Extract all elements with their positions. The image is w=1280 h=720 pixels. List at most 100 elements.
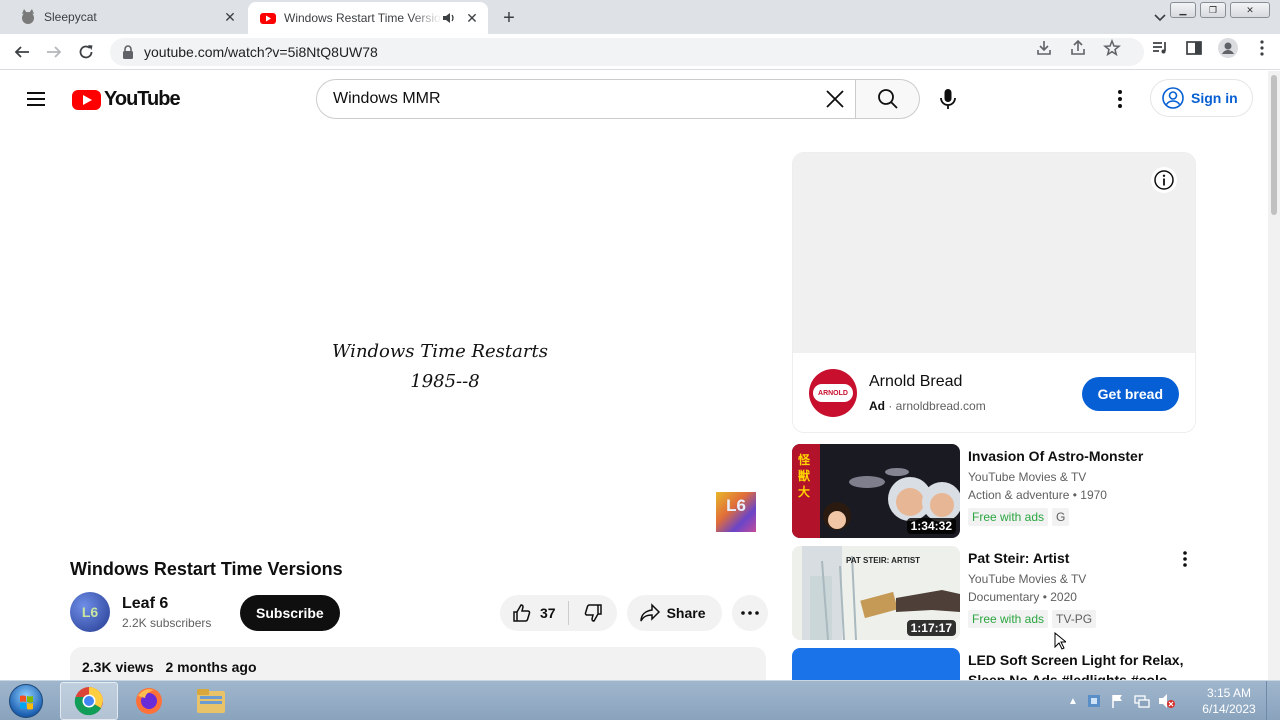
advertiser-logo[interactable]: ARNOLD <box>809 369 857 417</box>
address-bar[interactable]: youtube.com/watch?v=5i8NtQ8UW78 <box>110 38 1144 66</box>
side-panel-icon[interactable] <box>1184 38 1204 58</box>
windows-taskbar: ▲ 3:15 AM 6/14/2023 <box>0 680 1280 720</box>
recommended-video[interactable]: PAT STEIR: ARTIST 1:17:17 Pat Steir: Art… <box>792 546 1196 650</box>
get-bread-button[interactable]: Get bread <box>1081 377 1179 411</box>
taskbar-firefox[interactable] <box>120 682 178 720</box>
video-duration: 1:34:32 <box>906 518 956 534</box>
restore-icon[interactable]: ❐ <box>1200 2 1226 18</box>
sidebar-ad[interactable]: ARNOLD Arnold Bread Ad · arnoldbread.com… <box>792 152 1196 433</box>
channel-name[interactable]: YouTube Movies & TV <box>968 572 1086 586</box>
network-icon[interactable] <box>1134 693 1150 709</box>
sign-in-label[interactable]: Sign in <box>1191 90 1238 106</box>
tab-youtube[interactable]: Windows Restart Time Versions ✕ <box>248 2 488 34</box>
action-center-flag-icon[interactable] <box>1110 693 1126 709</box>
system-tray: ▲ <box>1068 681 1176 720</box>
channel-name[interactable]: YouTube Movies & TV <box>968 470 1086 484</box>
video-player[interactable]: Windows Time Restarts 1985--8 L6 <box>70 151 766 542</box>
subscribe-button[interactable]: Subscribe <box>240 595 340 631</box>
video-title: Windows Restart Time Versions <box>70 559 343 579</box>
video-thumbnail[interactable]: 怪 獣 大 1:34:32 <box>792 444 960 538</box>
like-count[interactable]: 37 <box>540 605 556 621</box>
advertiser-name[interactable]: Arnold Bread <box>869 373 962 391</box>
voice-search-button[interactable] <box>928 79 968 119</box>
clock-time: 3:15 AM <box>1206 686 1252 700</box>
sign-in-button[interactable]: Sign in <box>1150 79 1253 117</box>
channel-watermark[interactable]: L6 <box>716 492 756 532</box>
video-thumbnail[interactable] <box>792 648 960 680</box>
back-arrow-icon[interactable] <box>10 40 34 64</box>
reload-icon[interactable] <box>74 40 98 64</box>
tab-title: Windows Restart Time Versions <box>284 11 442 25</box>
volume-muted-icon[interactable] <box>1158 693 1176 709</box>
video-title[interactable]: Pat Steir: Artist <box>968 548 1178 568</box>
clear-search-icon[interactable] <box>815 79 855 119</box>
forward-arrow-icon[interactable] <box>42 40 66 64</box>
share-arrow-icon <box>639 603 660 622</box>
window-controls: ▁ ❐ ✕ <box>1170 2 1270 18</box>
show-desktop-button[interactable] <box>1266 681 1280 720</box>
video-menu-icon[interactable] <box>1182 550 1188 573</box>
toolbar-right-icons <box>1034 38 1272 58</box>
rating-badge: TV-PG <box>1052 610 1097 628</box>
taskbar-chrome[interactable] <box>60 682 118 720</box>
settings-more-icon[interactable] <box>1108 87 1132 111</box>
svg-text:怪: 怪 <box>797 452 811 467</box>
taskbar-file-explorer[interactable] <box>182 682 240 720</box>
new-tab-button[interactable]: + <box>498 7 520 29</box>
thumbnail-text: PAT STEIR: ARTIST <box>846 556 921 565</box>
tab-search-chevron-icon[interactable] <box>1153 10 1167 24</box>
ad-domain: arnoldbread.com <box>895 399 986 413</box>
lock-icon[interactable] <box>122 45 134 59</box>
channel-avatar[interactable]: L6 <box>70 592 110 632</box>
share-button[interactable]: Share <box>626 595 722 631</box>
audio-playing-icon[interactable] <box>442 11 456 25</box>
video-badges: Free with ads TV-PG <box>968 610 1097 628</box>
microphone-icon <box>940 89 956 109</box>
horizontal-dots-icon <box>740 611 759 615</box>
video-title[interactable]: LED Soft Screen Light for Relax, Sleep N… <box>968 650 1188 680</box>
caption-line-2: 1985--8 <box>410 371 480 392</box>
search-query-text[interactable]: Windows MMR <box>333 90 815 108</box>
cat-favicon-icon <box>22 9 34 24</box>
tab-sleepycat[interactable]: Sleepycat ✕ <box>8 0 246 34</box>
recommended-video[interactable]: LED Soft Screen Light for Relax, Sleep N… <box>792 648 1196 680</box>
ad-media[interactable] <box>793 153 1195 353</box>
bookmark-star-icon[interactable] <box>1102 38 1122 58</box>
video-actions: 37 Share <box>500 595 768 631</box>
tray-app-icon[interactable] <box>1086 693 1102 709</box>
youtube-logo[interactable]: YouTube <box>72 88 181 111</box>
video-thumbnail[interactable]: PAT STEIR: ARTIST 1:17:17 <box>792 546 960 640</box>
video-category: Action & adventure • 1970 <box>968 488 1107 502</box>
browser-menu-icon[interactable] <box>1252 38 1272 58</box>
video-title[interactable]: Invasion Of Astro-Monster <box>968 446 1178 466</box>
search-input[interactable]: Windows MMR <box>316 79 856 119</box>
page-scrollbar[interactable] <box>1268 71 1280 680</box>
recommended-video[interactable]: 怪 獣 大 1:34:32 Invasion Of Astro-Monster … <box>792 444 1196 538</box>
channel-name[interactable]: Leaf 6 <box>122 595 211 613</box>
start-button[interactable] <box>4 681 48 720</box>
info-icon[interactable] <box>1151 167 1177 193</box>
thumbs-up-icon[interactable] <box>512 603 532 623</box>
scrollbar-thumb[interactable] <box>1271 75 1277 215</box>
dislike-button[interactable] <box>569 603 617 623</box>
description-box[interactable]: 2.3K views 2 months ago <box>70 647 766 680</box>
tab-close-icon[interactable]: ✕ <box>220 7 240 27</box>
taskbar-clock[interactable]: 3:15 AM 6/14/2023 <box>1196 685 1262 717</box>
window-close-icon[interactable]: ✕ <box>1230 2 1270 18</box>
install-app-icon[interactable] <box>1034 38 1054 58</box>
share-page-icon[interactable] <box>1068 38 1088 58</box>
upload-age: 2 months ago <box>165 659 257 675</box>
search-button[interactable] <box>856 79 920 119</box>
more-actions-button[interactable] <box>731 595 768 631</box>
youtube-watch-page: YouTube Windows MMR Sign in Windows Time… <box>0 71 1268 680</box>
ad-meta: Ad · arnoldbread.com <box>869 399 986 413</box>
share-label: Share <box>666 605 706 621</box>
windows-orb-icon <box>9 684 43 718</box>
show-hidden-icons-icon[interactable]: ▲ <box>1068 696 1078 707</box>
hamburger-menu-icon[interactable] <box>24 87 48 111</box>
profile-icon[interactable] <box>1218 38 1238 58</box>
minimize-icon[interactable]: ▁ <box>1170 2 1196 18</box>
media-control-icon[interactable] <box>1150 38 1170 58</box>
tab-close-icon[interactable]: ✕ <box>462 8 482 28</box>
url-text[interactable]: youtube.com/watch?v=5i8NtQ8UW78 <box>144 44 378 60</box>
